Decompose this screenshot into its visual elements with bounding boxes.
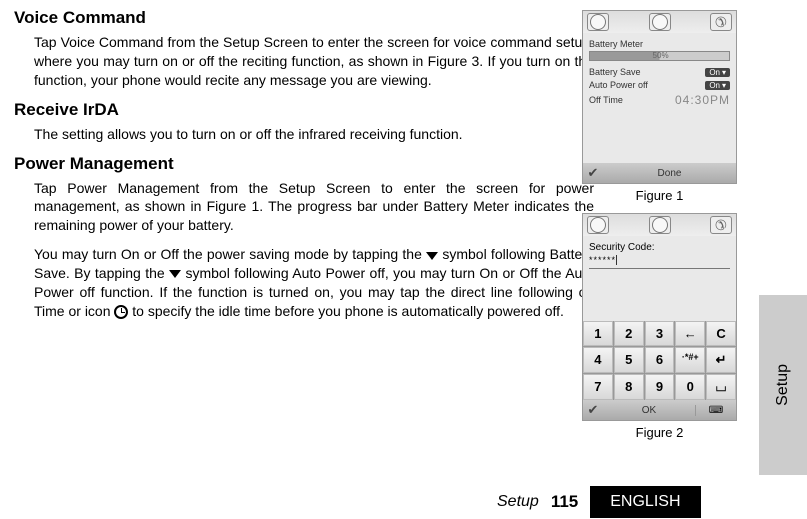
voice-command-heading: Voice Command	[14, 8, 594, 28]
figure-1-caption: Figure 1	[582, 188, 737, 203]
key-1[interactable]: 1	[583, 321, 613, 346]
battery-meter-bar: 50%	[589, 51, 730, 61]
security-code-input[interactable]: ******	[589, 255, 730, 269]
footer-section: Setup	[497, 493, 539, 511]
receive-irda-paragraph: The setting allows you to turn on or off…	[34, 125, 594, 144]
key-4[interactable]: 4	[583, 347, 613, 373]
key-space[interactable]: ⌴	[706, 374, 736, 400]
figure-1-phone: ✆ Battery Meter 50% Battery Save On Auto…	[582, 10, 737, 184]
off-time-label: Off Time	[589, 95, 623, 105]
home-icon[interactable]	[587, 216, 609, 234]
footer-language: ENGLISH	[590, 486, 700, 518]
auto-power-off-label: Auto Power off	[589, 80, 648, 90]
keyboard-icon[interactable]: ⌨	[696, 405, 736, 416]
battery-save-select[interactable]: On	[705, 68, 730, 77]
face-icon[interactable]	[649, 216, 671, 234]
numeric-keypad: 1 2 3 ← C 4 5 6 ·*#+ ↵ 7 8 9 0 ⌴	[583, 321, 736, 400]
key-2[interactable]: 2	[614, 321, 644, 346]
off-time-value[interactable]: 04:30PM	[675, 93, 730, 107]
auto-power-off-select[interactable]: On	[705, 81, 730, 90]
home-icon[interactable]	[587, 13, 609, 31]
call-icon[interactable]: ✆	[710, 13, 732, 31]
down-triangle-icon	[169, 270, 181, 278]
key-3[interactable]: 3	[645, 321, 675, 346]
checkmark-icon[interactable]: ✔	[583, 163, 603, 183]
key-6[interactable]: 6	[645, 347, 675, 373]
face-icon[interactable]	[649, 13, 671, 31]
key-clear[interactable]: C	[706, 321, 736, 346]
page-footer: Setup 115 ENGLISH	[497, 485, 807, 519]
phone-statusbar: ✆	[583, 214, 736, 236]
voice-command-paragraph: Tap Voice Command from the Setup Screen …	[34, 33, 594, 90]
key-8[interactable]: 8	[614, 374, 644, 400]
section-tab: Setup	[759, 295, 807, 475]
power-management-paragraph-1: Tap Power Management from the Setup Scre…	[34, 179, 594, 236]
key-symbols[interactable]: ·*#+	[675, 347, 705, 373]
down-triangle-icon	[426, 252, 438, 260]
key-5[interactable]: 5	[614, 347, 644, 373]
clock-icon	[114, 305, 128, 319]
figure-2-caption: Figure 2	[582, 425, 737, 440]
battery-meter-label: Battery Meter	[589, 39, 730, 49]
key-0[interactable]: 0	[675, 374, 705, 400]
power-management-paragraph-2: You may turn On or Off the power saving …	[34, 245, 594, 321]
key-backspace[interactable]: ←	[675, 321, 705, 346]
call-icon[interactable]: ✆	[710, 216, 732, 234]
receive-irda-heading: Receive IrDA	[14, 100, 594, 120]
key-9[interactable]: 9	[645, 374, 675, 400]
phone-statusbar: ✆	[583, 11, 736, 33]
battery-save-label: Battery Save	[589, 67, 641, 77]
security-code-label: Security Code:	[589, 242, 730, 253]
power-management-heading: Power Management	[14, 154, 594, 174]
checkmark-icon[interactable]: ✔	[583, 400, 603, 420]
ok-button[interactable]: OK	[603, 405, 696, 416]
done-button[interactable]: Done	[603, 168, 736, 179]
footer-page-number: 115	[551, 492, 578, 512]
key-7[interactable]: 7	[583, 374, 613, 400]
figure-2-phone: ✆ Security Code: ****** 1 2 3 ← C 4 5 6 …	[582, 213, 737, 421]
key-enter[interactable]: ↵	[706, 347, 736, 373]
